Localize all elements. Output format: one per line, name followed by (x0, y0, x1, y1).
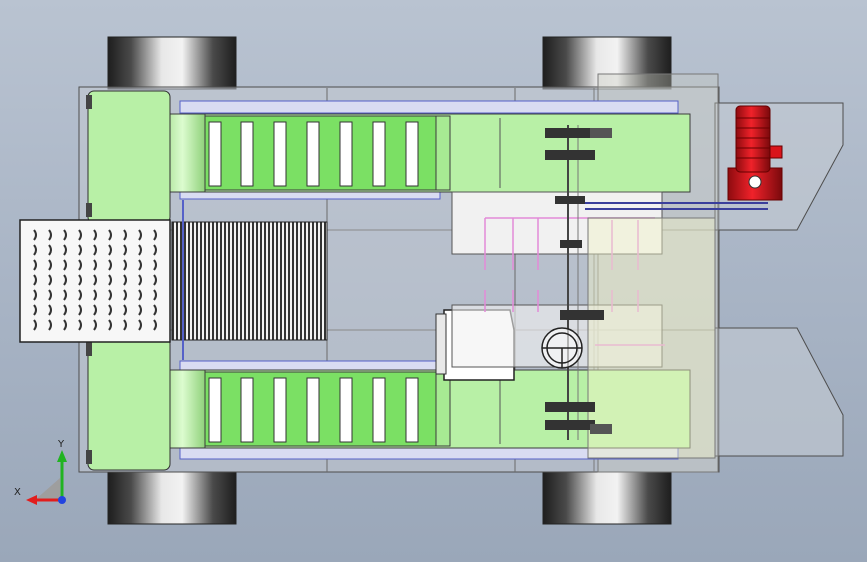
wheel-front-left (107, 36, 237, 90)
electrical-cabinet (587, 217, 716, 459)
front-side-housing-bottom (86, 337, 171, 471)
triad-x-label: X (14, 487, 21, 498)
axis-triad (26, 450, 67, 505)
triad-y-label: Y (58, 439, 65, 450)
harvester-top-view-drawing (19, 36, 844, 525)
wheel-front-right (107, 471, 237, 525)
z-axis-dot (58, 496, 66, 504)
steering-wheel (541, 327, 583, 369)
sieve-grille (171, 200, 328, 360)
front-side-housing-top (86, 90, 171, 224)
cad-viewport[interactable]: X Y (0, 0, 867, 562)
feeder-hopper (19, 219, 171, 343)
upper-conveyor (159, 100, 691, 200)
wheel-rear-right (542, 471, 672, 525)
